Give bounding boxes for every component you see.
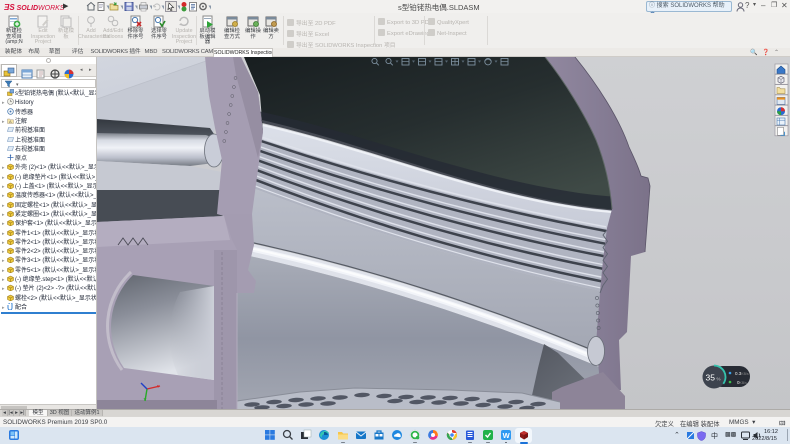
svg-text:A: A [9,119,12,124]
svg-text:W: W [502,431,510,440]
svg-text:35: 35 [706,373,716,383]
svg-text:%: % [717,377,721,382]
svg-text:0KB/s: 0KB/s [737,380,747,385]
svg-text:0.3KB/s: 0.3KB/s [735,371,749,376]
